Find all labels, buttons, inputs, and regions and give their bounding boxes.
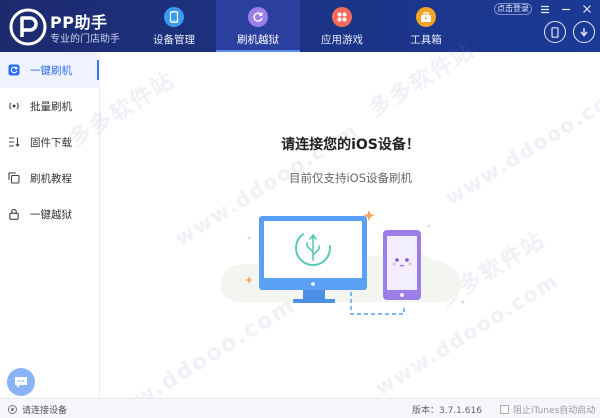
tab-label: 刷机越狱 xyxy=(237,34,279,46)
top-navigation-bar: PP助手 专业的门店助手 设备管理 刷机越狱 应用游戏 工具箱 点击登录 xyxy=(0,0,600,52)
toolbox-icon xyxy=(416,7,436,27)
sidebar-item-label: 一键刷机 xyxy=(30,64,72,77)
download-icon[interactable] xyxy=(573,21,595,43)
tab-flash-jailbreak[interactable]: 刷机越狱 xyxy=(216,0,300,52)
apps-grid-icon xyxy=(332,7,352,27)
prevent-itunes-checkbox[interactable] xyxy=(500,405,509,414)
sidebar-item-label: 固件下载 xyxy=(30,136,72,149)
chat-support-icon[interactable] xyxy=(7,368,35,396)
copy-docs-icon xyxy=(8,172,20,184)
sidebar-item-label: 一键越狱 xyxy=(30,208,72,221)
download-list-icon xyxy=(8,136,20,148)
connect-device-heading: 请连接您的iOS设备！ xyxy=(281,137,420,153)
version-label: 版本：3.7.1.616 xyxy=(412,406,482,416)
minimize-icon[interactable] xyxy=(558,1,574,17)
support-note: 目前仅支持iOS设备刷机 xyxy=(288,171,413,185)
status-bar: 请连接设备 版本：3.7.1.616 阻止iTunes自动启动 xyxy=(0,398,600,418)
tab-apps-games[interactable]: 应用游戏 xyxy=(300,0,384,52)
sidebar-item-label: 刷机教程 xyxy=(30,172,72,185)
connection-status-icon xyxy=(8,405,17,414)
tablet-icon xyxy=(164,7,184,27)
pp-logo-icon xyxy=(9,8,47,46)
flash-icon xyxy=(8,64,20,76)
tab-device-management[interactable]: 设备管理 xyxy=(132,0,216,52)
sidebar-item-one-click-jailbreak[interactable]: 一键越狱 xyxy=(0,196,100,232)
login-button[interactable]: 点击登录 xyxy=(494,3,532,15)
close-icon[interactable] xyxy=(579,1,595,17)
sidebar-item-label: 批量刷机 xyxy=(30,100,72,113)
connection-status: 请连接设备 xyxy=(8,403,67,416)
lock-icon xyxy=(8,208,20,220)
tab-label: 工具箱 xyxy=(410,34,442,46)
prevent-itunes-autostart-option[interactable]: 阻止iTunes自动启动 xyxy=(500,403,595,416)
tab-label: 设备管理 xyxy=(153,34,195,46)
connect-device-illustration xyxy=(220,210,465,315)
main-content: 多多软件站 www.ddooo.com 多多软件站 www.ddooo.com … xyxy=(65,38,600,418)
sidebar-item-firmware-download[interactable]: 固件下载 xyxy=(0,124,100,160)
sidebar-item-batch-flash[interactable]: 批量刷机 xyxy=(0,88,100,124)
prevent-itunes-label: 阻止iTunes自动启动 xyxy=(513,406,596,416)
sidebar-item-one-click-flash[interactable]: 一键刷机 xyxy=(0,52,100,88)
sidebar-item-flash-tutorial[interactable]: 刷机教程 xyxy=(0,160,100,196)
broadcast-icon xyxy=(8,100,20,112)
menu-icon[interactable] xyxy=(537,1,553,17)
refresh-icon xyxy=(248,7,268,27)
connection-status-text: 请连接设备 xyxy=(22,406,68,416)
tab-toolbox[interactable]: 工具箱 xyxy=(384,0,468,52)
app-subtitle: 专业的门店助手 xyxy=(50,34,120,45)
sidebar: 一键刷机 批量刷机 固件下载 刷机教程 一键越狱 xyxy=(0,52,100,398)
device-phone-icon[interactable] xyxy=(544,21,566,43)
tab-label: 应用游戏 xyxy=(321,34,363,46)
